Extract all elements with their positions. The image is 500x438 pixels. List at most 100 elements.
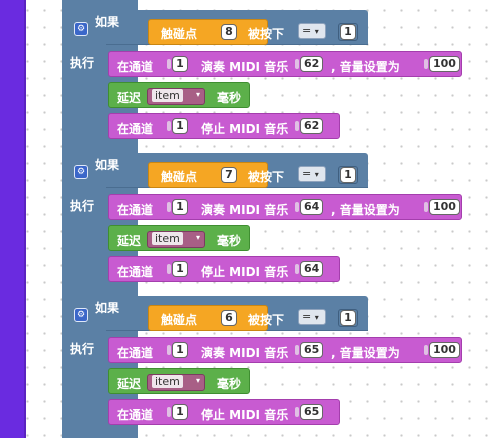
operator-value: =	[302, 24, 312, 37]
input-socket	[295, 59, 299, 69]
delay-unit-label: 毫秒	[217, 377, 242, 391]
chevron-down-icon: ▾	[314, 313, 319, 322]
touch-point-label: 触碰点	[161, 27, 198, 41]
play-action-label: 演奏 MIDI 音乐	[201, 60, 289, 74]
input-socket	[424, 202, 428, 212]
volume-input[interactable]: 100	[429, 56, 460, 72]
touch-point-input[interactable]: 7	[221, 167, 237, 183]
channel-label: 在通道	[117, 60, 154, 74]
input-socket	[167, 59, 171, 69]
if-block-1[interactable]: ⚙ 如果 执行 触碰点 8 被按下 = ▾ 1 在通道 1 演奏 MIDI 音乐…	[62, 10, 462, 150]
operator-value: =	[302, 167, 312, 180]
compare-value-input[interactable]: 1	[340, 310, 356, 326]
variable-block[interactable]: item ▾	[147, 88, 205, 105]
volume-label: , 音量设置为	[331, 346, 400, 360]
operator-dropdown[interactable]: = ▾	[298, 166, 326, 182]
delay-unit-label: 毫秒	[217, 234, 242, 248]
variable-name: item	[152, 375, 183, 388]
if-block-2[interactable]: ⚙ 如果 执行 触碰点 7 被按下 = ▾ 1 在通道 1 演奏 MIDI 音乐…	[62, 153, 462, 293]
play-action-label: 演奏 MIDI 音乐	[201, 346, 289, 360]
delay-block[interactable]: 延迟 item ▾ 毫秒	[108, 368, 250, 394]
touch-condition-block[interactable]: 触碰点 8 被按下	[148, 19, 284, 45]
pressed-label: 被按下	[248, 313, 285, 327]
channel-label: 在通道	[117, 346, 154, 360]
gear-icon[interactable]: ⚙	[74, 165, 88, 179]
operator-value: =	[302, 310, 312, 323]
input-socket	[295, 407, 299, 417]
touch-point-label: 触碰点	[161, 170, 198, 184]
chevron-down-icon[interactable]: ▾	[196, 376, 200, 385]
pressed-label: 被按下	[248, 27, 285, 41]
chevron-down-icon[interactable]: ▾	[196, 90, 200, 99]
channel-label: 在通道	[117, 265, 154, 279]
input-socket	[424, 59, 428, 69]
chevron-down-icon[interactable]: ▾	[196, 233, 200, 242]
input-socket	[167, 345, 171, 355]
input-socket	[167, 202, 171, 212]
operator-dropdown[interactable]: = ▾	[298, 309, 326, 325]
touch-point-label: 触碰点	[161, 313, 198, 327]
chevron-down-icon: ▾	[314, 170, 319, 179]
stop-midi-block[interactable]: 在通道 1 停止 MIDI 音乐 64	[108, 256, 340, 282]
variable-name: item	[152, 89, 183, 102]
if-label: 如果	[95, 158, 120, 172]
if-label: 如果	[95, 301, 120, 315]
channel-input[interactable]: 1	[172, 342, 188, 358]
sidebar-edge	[24, 0, 26, 438]
play-midi-block[interactable]: 在通道 1 演奏 MIDI 音乐 62 , 音量设置为 100	[108, 51, 462, 77]
stop-midi-block[interactable]: 在通道 1 停止 MIDI 音乐 65	[108, 399, 340, 425]
play-midi-block[interactable]: 在通道 1 演奏 MIDI 音乐 64 , 音量设置为 100	[108, 194, 462, 220]
input-socket	[167, 121, 171, 131]
chevron-down-icon: ▾	[314, 27, 319, 36]
pressed-label: 被按下	[248, 170, 285, 184]
input-socket	[295, 121, 299, 131]
touch-point-input[interactable]: 8	[221, 24, 237, 40]
note-input[interactable]: 64	[300, 261, 324, 277]
variable-block[interactable]: item ▾	[147, 374, 205, 391]
if-block-3[interactable]: ⚙ 如果 执行 触碰点 6 被按下 = ▾ 1 在通道 1 演奏 MIDI 音乐…	[62, 296, 462, 436]
gear-icon[interactable]: ⚙	[74, 308, 88, 322]
compare-value-block[interactable]: 1	[338, 166, 358, 184]
volume-label: , 音量设置为	[331, 60, 400, 74]
note-input[interactable]: 62	[300, 118, 324, 134]
operator-dropdown[interactable]: = ▾	[298, 23, 326, 39]
channel-input[interactable]: 1	[172, 199, 188, 215]
input-socket	[295, 264, 299, 274]
compare-value-input[interactable]: 1	[340, 167, 356, 183]
delay-block[interactable]: 延迟 item ▾ 毫秒	[108, 82, 250, 108]
touch-point-input[interactable]: 6	[221, 310, 237, 326]
touch-condition-block[interactable]: 触碰点 7 被按下	[148, 162, 284, 188]
channel-label: 在通道	[117, 203, 154, 217]
channel-input[interactable]: 1	[172, 404, 188, 420]
stop-action-label: 停止 MIDI 音乐	[201, 265, 289, 279]
channel-input[interactable]: 1	[172, 118, 188, 134]
delay-unit-label: 毫秒	[217, 91, 242, 105]
input-socket	[167, 264, 171, 274]
channel-input[interactable]: 1	[172, 261, 188, 277]
input-socket	[295, 202, 299, 212]
note-input[interactable]: 62	[300, 56, 324, 72]
variable-block[interactable]: item ▾	[147, 231, 205, 248]
do-label: 执行	[70, 56, 95, 70]
delay-label: 延迟	[117, 91, 142, 105]
compare-value-block[interactable]: 1	[338, 309, 358, 327]
compare-value-block[interactable]: 1	[338, 23, 358, 41]
input-socket	[424, 345, 428, 355]
note-input[interactable]: 64	[300, 199, 324, 215]
channel-label: 在通道	[117, 122, 154, 136]
volume-input[interactable]: 100	[429, 342, 460, 358]
stop-action-label: 停止 MIDI 音乐	[201, 408, 289, 422]
if-label: 如果	[95, 15, 120, 29]
touch-condition-block[interactable]: 触碰点 6 被按下	[148, 305, 284, 331]
note-input[interactable]: 65	[300, 404, 324, 420]
delay-block[interactable]: 延迟 item ▾ 毫秒	[108, 225, 250, 251]
note-input[interactable]: 65	[300, 342, 324, 358]
channel-input[interactable]: 1	[172, 56, 188, 72]
stop-action-label: 停止 MIDI 音乐	[201, 122, 289, 136]
volume-input[interactable]: 100	[429, 199, 460, 215]
input-socket	[295, 345, 299, 355]
compare-value-input[interactable]: 1	[340, 24, 356, 40]
stop-midi-block[interactable]: 在通道 1 停止 MIDI 音乐 62	[108, 113, 340, 139]
play-midi-block[interactable]: 在通道 1 演奏 MIDI 音乐 65 , 音量设置为 100	[108, 337, 462, 363]
gear-icon[interactable]: ⚙	[74, 22, 88, 36]
